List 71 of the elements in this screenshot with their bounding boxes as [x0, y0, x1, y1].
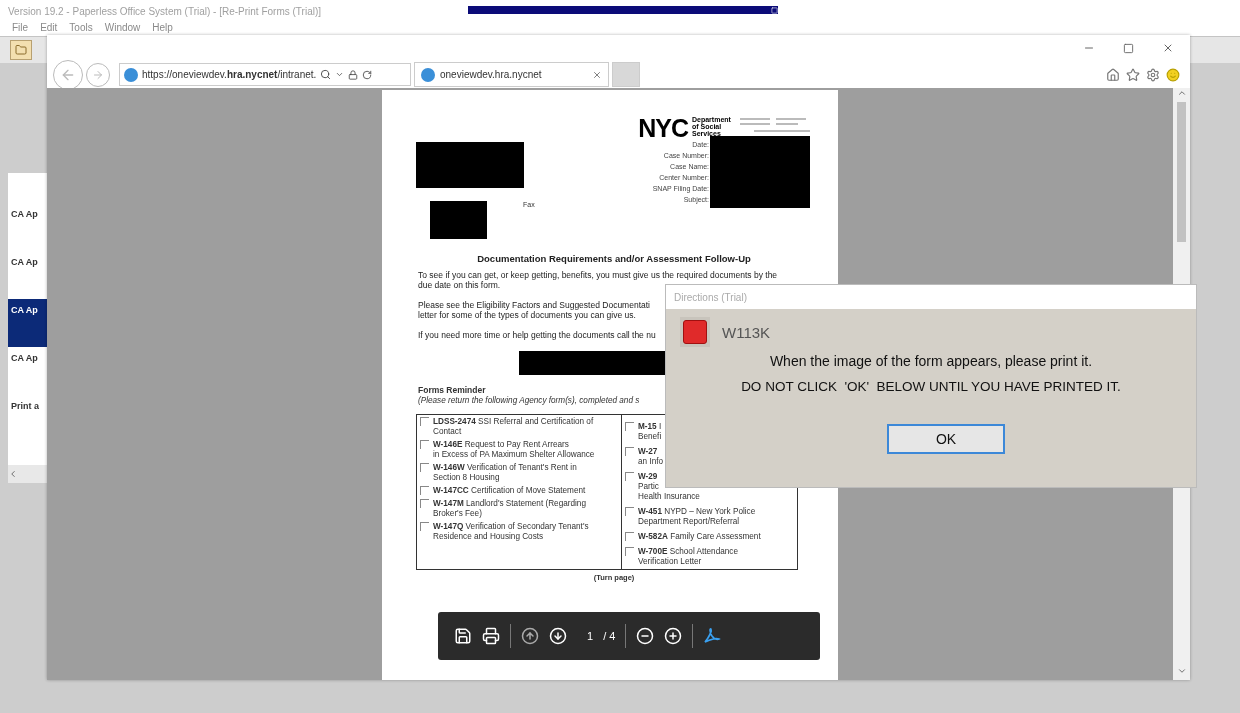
previous-page-button[interactable]	[521, 627, 539, 645]
form-item-text: W-146W Verification of Tenant's Rent in Section 8 Housing	[433, 463, 577, 483]
dialog-message: When the image of the form appears, please print it.	[768, 353, 1094, 369]
form-item-text: W-700E School Attendance Verification Letter	[638, 547, 738, 567]
form-item-text: W-146E Request to Pay Rent Arrears in Excess of PA Maximum Shelter Allowance	[433, 440, 595, 460]
browser-tab[interactable]: oneviewdev.hra.nycnet	[414, 62, 609, 87]
dialog-warning: DO NOT CLICK 'OK' BELOW UNTIL YOU HAVE PRINTED IT.	[740, 379, 1122, 394]
page-number[interactable]: 1	[587, 630, 594, 642]
dropdown-icon[interactable]	[335, 70, 345, 79]
tab-label: oneviewdev.hra.nycnet	[440, 69, 543, 80]
back-button[interactable]	[53, 59, 83, 90]
chevron-down-icon[interactable]	[1176, 666, 1187, 676]
zoom-out-button[interactable]	[636, 627, 655, 645]
zoom-in-button[interactable]	[664, 627, 683, 645]
address-field[interactable]: https://oneviewdev.hra.nycnet/intranet.	[119, 63, 411, 86]
agency-logo: NYC	[638, 116, 688, 140]
paragraph: Please see the Eligibility Factors and Suggested Documentati letter for some of the types of documents you can give us.	[418, 300, 650, 320]
sidebar-item[interactable]: Print a	[8, 395, 48, 443]
form-item-text: W-451 NYPD – New York Police Department Report/Referral	[638, 507, 756, 527]
paragraph: If you need more time or help getting the documents call the nu	[418, 330, 656, 340]
menu-item[interactable]: Window	[104, 22, 141, 33]
settings-icon[interactable]	[1146, 67, 1160, 82]
sidebar-item[interactable]: CA Ap	[8, 299, 48, 347]
document-heading: Documentation Requirements and/or Assessment Follow-Up	[476, 253, 752, 264]
page-count: / 4	[603, 630, 616, 642]
chevron-up-icon[interactable]	[1176, 88, 1187, 98]
next-page-button[interactable]	[549, 627, 567, 645]
form-item-text: W-29 Partic Health Insurance	[638, 472, 700, 502]
form-item-text: W-147M Landlord's Statement (Regarding Broker's Fee)	[433, 499, 586, 519]
acrobat-icon[interactable]	[703, 627, 722, 645]
section-note: (Please return the following Agency form(s), completed and s	[418, 396, 640, 405]
folder-icon	[15, 44, 27, 56]
maximize-icon[interactable]	[1123, 42, 1134, 54]
ok-button[interactable]: OK	[887, 424, 1005, 454]
forward-button[interactable]	[86, 62, 110, 87]
section-title: Forms Reminder	[418, 385, 486, 395]
search-icon[interactable]	[320, 69, 332, 80]
stop-icon	[680, 317, 710, 347]
dialog-title: Directions (Trial)	[666, 285, 1196, 309]
horizontal-scrollbar[interactable]	[8, 465, 48, 483]
sidebar-item[interactable]: CA Ap	[8, 251, 48, 299]
scroll-thumb[interactable]	[1177, 102, 1186, 242]
form-item-text: M-15 I Benefi	[638, 422, 662, 442]
arrow-right-icon	[92, 68, 104, 81]
browser-icon	[421, 67, 435, 82]
form-item-text: W-582A Family Care Assessment	[638, 532, 761, 542]
home-icon[interactable]	[1106, 67, 1120, 82]
lock-icon	[348, 69, 359, 80]
smiley-icon[interactable]	[1166, 67, 1180, 82]
sidebar-item[interactable]: CA Ap	[8, 203, 48, 251]
close-icon[interactable]	[1162, 42, 1174, 54]
chevron-left-icon[interactable]	[8, 469, 18, 479]
close-icon[interactable]	[592, 69, 602, 80]
refresh-icon[interactable]	[362, 69, 373, 80]
browser-icon	[124, 67, 138, 82]
menu-item[interactable]: Help	[152, 22, 173, 33]
form-item-text: W-147CC Certification of Move Statement	[433, 486, 586, 496]
form-item-text: W-27 an Info	[638, 447, 664, 467]
menu-item[interactable]: Edit	[40, 22, 58, 33]
save-button[interactable]	[454, 627, 472, 645]
menu-item[interactable]: Tools	[69, 22, 93, 33]
form-item-text: W-147Q Verification of Secondary Tenant's Residence and Housing Costs	[433, 522, 589, 542]
star-icon[interactable]	[1126, 67, 1140, 82]
form-item-text: LDSS-2474 SSI Referral and Certification of Contact	[433, 417, 594, 437]
print-button[interactable]	[482, 627, 500, 645]
redaction-block	[430, 201, 487, 239]
sidebar-item[interactable]: CA Ap	[8, 347, 48, 395]
folder-button[interactable]	[10, 40, 32, 60]
form-code: W113K	[722, 323, 771, 341]
menu-item[interactable]: File	[12, 22, 29, 33]
app-title: Version 19.2 - Paperless Office System (Trial) - [Re-Print Forms (Trial)]	[7, 5, 323, 19]
